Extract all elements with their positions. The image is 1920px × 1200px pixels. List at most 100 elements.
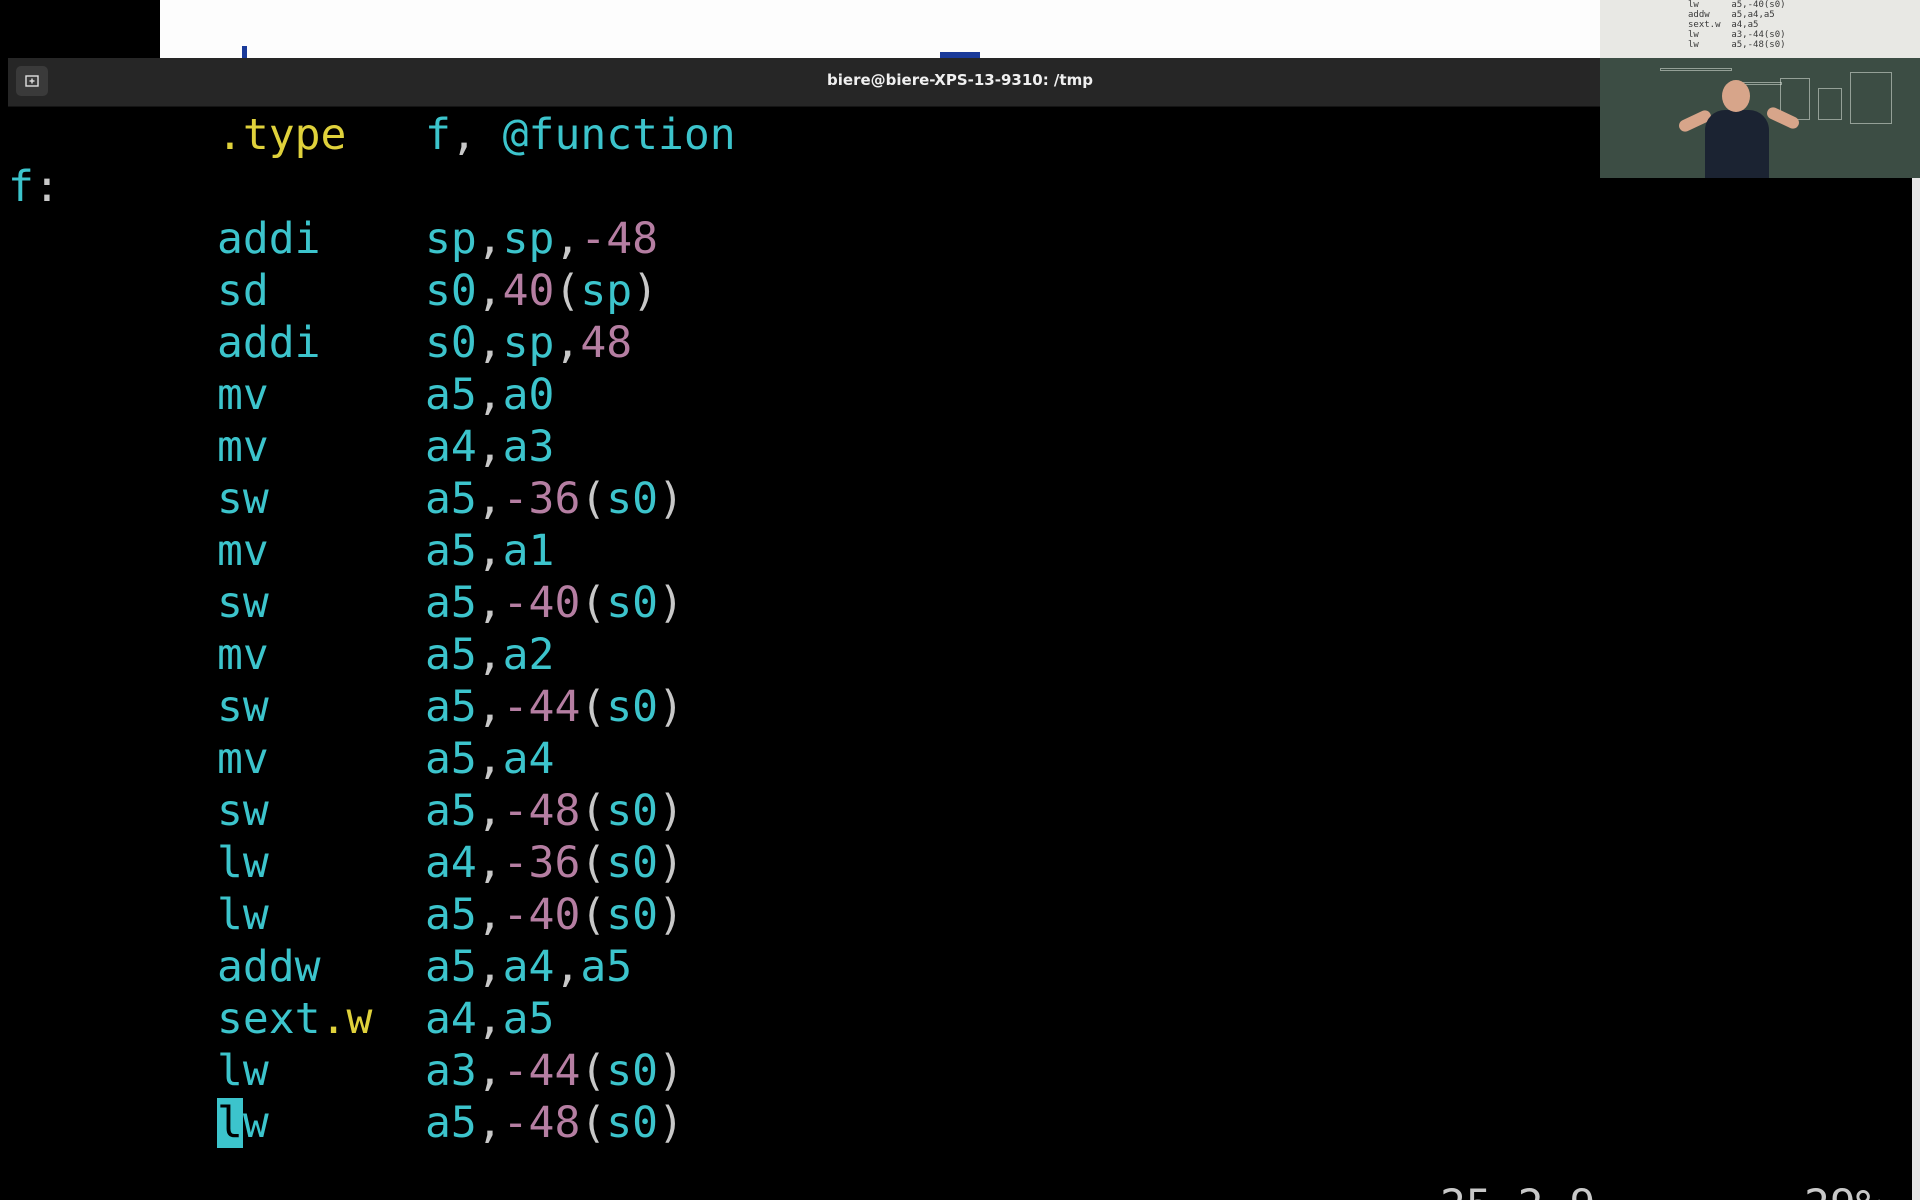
code-line: sw a5,-36(s0)	[8, 473, 1608, 525]
code-operands: a5,a2	[425, 629, 554, 681]
code-mnemonic-text: sw	[217, 682, 269, 732]
code-operands: s0,40(sp)	[425, 265, 658, 317]
code-token: s0	[606, 474, 659, 524]
code-line: addi sp,sp,-48	[8, 213, 1608, 265]
code-token: (	[580, 890, 607, 940]
webcam-slide-line: lw a5,-48(s0)	[1688, 40, 1786, 50]
code-token: f	[425, 110, 451, 160]
code-mnemonic-text: mv	[217, 422, 269, 472]
code-line: sw a5,-48(s0)	[8, 785, 1608, 837]
code-token: sp	[502, 214, 555, 264]
code-mnemonic-rest: w	[242, 1098, 269, 1148]
code-token: ,	[476, 370, 503, 420]
code-token: )	[632, 266, 659, 316]
code-token: )	[658, 786, 684, 836]
code-line: sw a5,-40(s0)	[8, 577, 1608, 629]
code-line: mv a5,a4	[8, 733, 1608, 785]
code-token: )	[658, 474, 684, 524]
code-mnemonic: sd	[217, 265, 269, 317]
code-line: sext.w a4,a5	[8, 993, 1608, 1045]
code-mnemonic-text: sw	[217, 474, 269, 524]
code-token: a5	[425, 578, 477, 628]
code-mnemonic-text: mv	[217, 526, 269, 576]
code-token: ,	[476, 1098, 503, 1148]
code-token: ,	[476, 526, 503, 576]
code-token: a2	[502, 630, 555, 680]
webcam-slide-line: lw a5,-40(s0)	[1688, 0, 1786, 10]
code-token: ,	[476, 318, 503, 368]
code-token: sp	[502, 318, 555, 368]
code-token: a1	[502, 526, 555, 576]
code-mnemonic-text: addi	[217, 214, 321, 264]
code-token: )	[658, 578, 684, 628]
terminal-window: biere@biere-XPS-13-9310: /tmp .type f, @f…	[8, 58, 1912, 1200]
code-mnemonic-text: addw	[217, 942, 321, 992]
code-token: s0	[606, 578, 659, 628]
code-token: s0	[606, 682, 659, 732]
code-mnemonic: lw	[217, 889, 269, 941]
code-mnemonic: addi	[217, 213, 321, 265]
code-token: s0	[606, 1098, 659, 1148]
code-mnemonic-text: sd	[217, 266, 269, 316]
code-mnemonic-text: sw	[217, 786, 269, 836]
code-token: ,	[476, 682, 503, 732]
code-token: ,	[476, 578, 503, 628]
editor-buffer[interactable]: .type f, @function f: addi sp,sp,-48 sd s0,40(…	[8, 107, 1912, 1200]
code-token: a4	[502, 734, 555, 784]
code-operands: a5,-48(s0)	[425, 1097, 684, 1149]
code-line: lw a3,-44(s0)	[8, 1045, 1608, 1097]
code-mnemonic-text: lw	[217, 1046, 269, 1096]
code-operands: a4,-36(s0)	[425, 837, 684, 889]
webcam-overlay: lw a5,-40(s0) addw a5,a4,a5 sext.w a4,a5 lw…	[1600, 0, 1920, 178]
code-token: ,	[476, 214, 503, 264]
code-token: a5	[580, 942, 633, 992]
cursor-position-indicator: 25,2-9	[1440, 1180, 1595, 1200]
code-label-colon: :	[34, 162, 60, 212]
code-token: s0	[606, 786, 659, 836]
code-token: a4	[502, 942, 555, 992]
code-operands: f, @function	[425, 109, 736, 161]
code-line: addw a5,a4,a5	[8, 941, 1608, 993]
code-token: (	[580, 1098, 607, 1148]
code-token: ,	[476, 266, 503, 316]
code-line: .type f, @function	[8, 109, 1608, 161]
code-token: ,	[554, 214, 581, 264]
code-token: a5	[425, 630, 477, 680]
code-operands: a5,a1	[425, 525, 554, 577]
webcam-slide-line: sext.w a4,a5	[1688, 20, 1759, 30]
code-line: addi s0,sp,48	[8, 317, 1608, 369]
code-token: s0	[606, 1046, 659, 1096]
code-mnemonic: addw	[217, 941, 321, 993]
code-token: sp	[580, 266, 633, 316]
code-line: f:	[8, 161, 1608, 213]
code-operands: a4,a5	[425, 993, 554, 1045]
code-token: a5	[425, 474, 477, 524]
scroll-percent-indicator: 29%	[1804, 1180, 1882, 1200]
lecturer	[1705, 110, 1769, 178]
code-token: )	[658, 1046, 684, 1096]
code-operands: a5,a0	[425, 369, 554, 421]
code-mnemonic: mv	[217, 369, 269, 421]
code-mnemonic: sext.w	[217, 993, 372, 1045]
code-token: a5	[425, 786, 477, 836]
code-token: s0	[606, 890, 659, 940]
code-mnemonic-text: mv	[217, 630, 269, 680]
code-line: lw a4,-36(s0)	[8, 837, 1608, 889]
code-token: sp	[425, 214, 477, 264]
code-token: a5	[502, 994, 555, 1044]
code-line: sd s0,40(sp)	[8, 265, 1608, 317]
code-mnemonic-text: sext	[217, 994, 321, 1044]
code-operands: a5,-36(s0)	[425, 473, 684, 525]
code-token: 40	[502, 266, 555, 316]
webcam-slide-line: addw a5,a4,a5	[1688, 10, 1775, 20]
code-mnemonic-text: sw	[217, 578, 269, 628]
code-token: a3	[425, 1046, 477, 1096]
code-mnemonic-text: lw	[217, 838, 269, 888]
code-token: ,	[476, 786, 503, 836]
code-token: ,	[476, 474, 503, 524]
code-token: ,	[476, 890, 503, 940]
code-mnemonic: lw	[217, 1045, 269, 1097]
code-operands: sp,sp,-48	[425, 213, 658, 265]
code-operands: a4,a3	[425, 421, 554, 473]
code-operands: a5,-44(s0)	[425, 681, 684, 733]
